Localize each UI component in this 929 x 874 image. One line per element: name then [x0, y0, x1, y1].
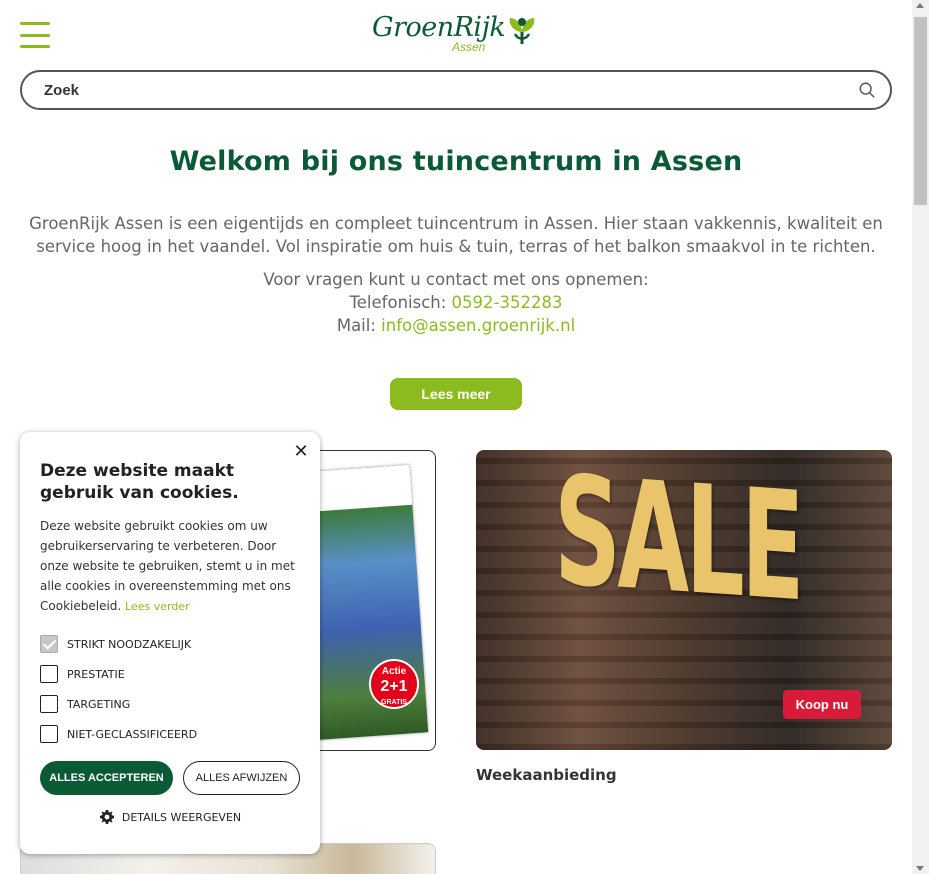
read-more-button[interactable]: Lees meer — [390, 378, 522, 410]
phone-line: Telefonisch: 0592-352283 — [0, 291, 912, 314]
page-title: Welkom bij ons tuincentrum in Assen — [169, 146, 743, 177]
sale-card[interactable]: SALE Koop nu — [476, 450, 892, 750]
promo-badge-main: 2+1 — [380, 678, 408, 695]
search-bar[interactable] — [20, 70, 892, 110]
scroll-thumb[interactable] — [914, 17, 927, 205]
close-icon[interactable]: ✕ — [292, 442, 310, 460]
cookie-option-label: NIET-GECLASSIFICEERD — [67, 727, 198, 741]
logo[interactable]: GroenRijk Assen — [372, 12, 542, 56]
show-details-button[interactable]: DETAILS WEERGEVEN — [40, 809, 300, 825]
gear-icon — [99, 810, 114, 824]
leaf-logo-icon — [509, 18, 535, 44]
cookie-options: STRIKT NOODZAKELIJK PRESTATIE TARGETING … — [40, 629, 300, 749]
cookie-buttons: ALLES ACCEPTEREN ALLES AFWIJZEN — [40, 761, 300, 795]
cookie-option-performance[interactable]: PRESTATIE — [40, 659, 300, 689]
promo-badge-sub: GRATIS — [381, 699, 407, 706]
promo-badge-top: Actie — [381, 666, 407, 677]
checkbox-unclassified[interactable] — [40, 725, 58, 743]
logo-text: GroenRijk — [372, 12, 506, 43]
contact-line: Voor vragen kunt u contact met ons opnem… — [263, 270, 649, 289]
hamburger-icon[interactable] — [20, 22, 50, 48]
cookie-body: Deze website gebruikt cookies om uw gebr… — [40, 516, 300, 617]
checkbox-targeting[interactable] — [40, 695, 58, 713]
contact-block: Voor vragen kunt u contact met ons opnem… — [0, 268, 912, 337]
checkbox-performance[interactable] — [40, 665, 58, 683]
cookie-option-label: STRIKT NOODZAKELIJK — [67, 637, 192, 651]
mail-link[interactable]: info@assen.groenrijk.nl — [381, 316, 575, 335]
search-input[interactable] — [44, 81, 858, 99]
scroll-down-arrow-icon[interactable] — [916, 866, 924, 871]
search-icon[interactable] — [858, 81, 876, 99]
cookie-body-text: Deze website gebruikt cookies om uw gebr… — [40, 519, 295, 613]
cookie-option-unclassified[interactable]: NIET-GECLASSIFICEERD — [40, 719, 300, 749]
cookie-option-label: TARGETING — [67, 697, 131, 711]
cookie-option-label: PRESTATIE — [67, 667, 125, 681]
cookie-read-more-link[interactable]: Lees verder — [125, 600, 190, 613]
phone-link[interactable]: 0592-352283 — [452, 293, 563, 312]
phone-label: Telefonisch: — [349, 293, 452, 312]
mail-label: Mail: — [336, 316, 382, 335]
cookie-option-targeting[interactable]: TARGETING — [40, 689, 300, 719]
sale-word: SALE — [554, 450, 801, 636]
logo-subtitle: Assen — [452, 40, 486, 54]
cookie-option-strict[interactable]: STRIKT NOODZAKELIJK — [40, 629, 300, 659]
cookie-title: Deze website maakt gebruik van cookies. — [40, 461, 239, 503]
reject-all-button[interactable]: ALLES AFWIJZEN — [183, 761, 300, 795]
promo-badge: Actie 2+1 GRATIS — [369, 659, 419, 709]
cookie-dialog: ✕ Deze website maakt gebruik van cookies… — [20, 432, 320, 854]
intro-text: GroenRijk Assen is een eigentijds en com… — [29, 214, 883, 256]
sale-card-title[interactable]: Weekaanbieding — [476, 766, 617, 784]
scrollbar[interactable] — [912, 0, 929, 874]
buy-now-button[interactable]: Koop nu — [783, 690, 861, 719]
checkbox-strict[interactable] — [40, 635, 58, 653]
scroll-up-arrow-icon[interactable] — [916, 3, 924, 8]
show-details-label: DETAILS WEERGEVEN — [121, 810, 242, 824]
accept-all-button[interactable]: ALLES ACCEPTEREN — [40, 761, 173, 795]
mail-line: Mail: info@assen.groenrijk.nl — [0, 314, 912, 337]
